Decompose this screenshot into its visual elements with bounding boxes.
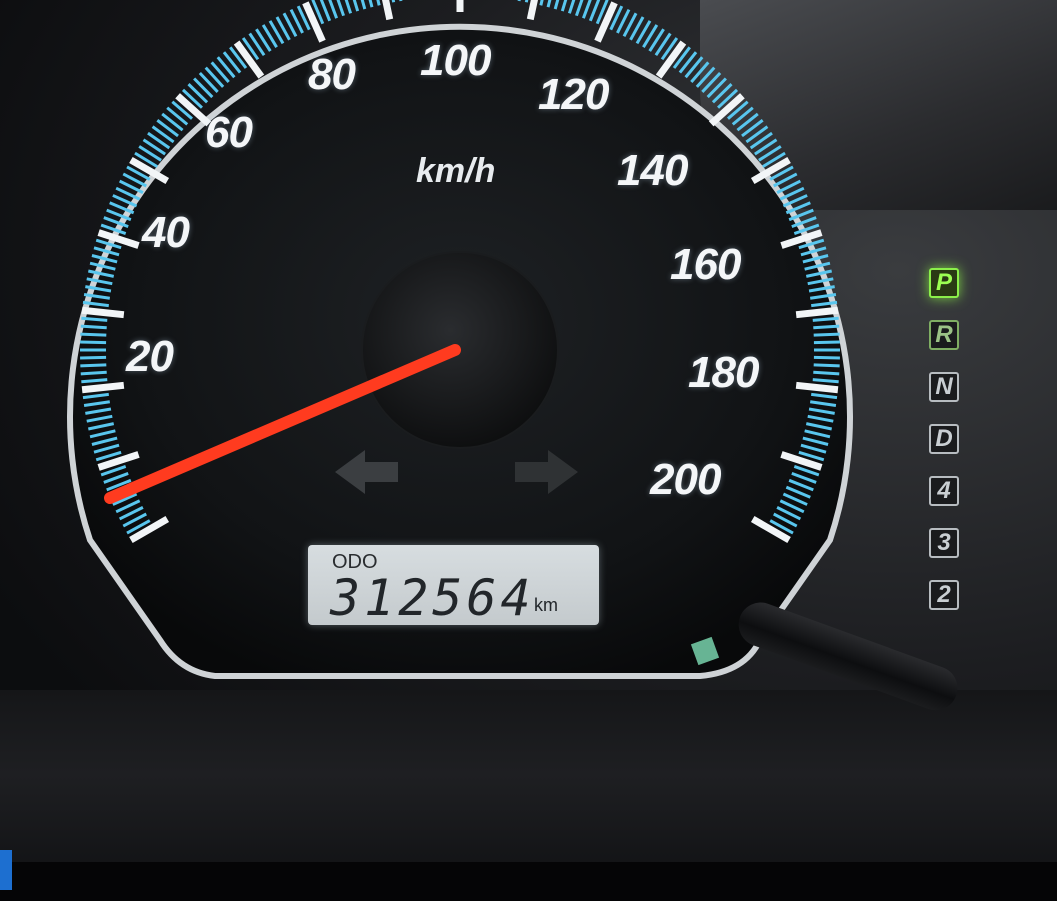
speed-label-160: 160 <box>670 240 741 289</box>
minor-tick <box>368 0 374 8</box>
speed-label-120: 120 <box>538 70 609 119</box>
speed-label-100: 100 <box>420 36 491 85</box>
major-tick <box>795 381 839 394</box>
speed-label-80: 80 <box>308 50 356 99</box>
instrument-cluster-photo: km/h 20 40 60 80 100 120 140 160 180 200… <box>0 0 1057 901</box>
major-tick <box>594 1 618 43</box>
minor-tick <box>813 370 840 376</box>
odometer-display: ODO 312564 km <box>308 545 599 627</box>
minor-tick <box>80 370 107 376</box>
speed-label-180: 180 <box>688 348 759 397</box>
minor-tick <box>80 324 107 330</box>
gear-p: P <box>929 268 959 298</box>
speed-label-60: 60 <box>205 108 253 157</box>
minor-tick <box>80 332 107 337</box>
minor-tick <box>517 0 521 2</box>
speed-label-200: 200 <box>650 455 721 504</box>
minor-tick <box>813 332 840 337</box>
minor-tick <box>539 0 544 6</box>
major-tick <box>302 1 326 43</box>
major-tick <box>526 0 538 21</box>
minor-tick <box>813 363 840 368</box>
minor-tick <box>553 0 560 10</box>
speed-unit-label: km/h <box>416 152 496 190</box>
minor-tick <box>80 340 107 345</box>
minor-tick <box>546 0 552 8</box>
minor-tick <box>80 355 107 360</box>
minor-tick <box>813 324 840 330</box>
gear-n: N <box>929 372 959 402</box>
minor-tick <box>80 363 107 368</box>
minor-tick <box>376 0 381 6</box>
gear-2: 2 <box>929 580 959 610</box>
major-tick <box>795 306 839 319</box>
minor-tick <box>352 0 360 12</box>
minor-tick <box>813 355 840 360</box>
minor-tick <box>560 0 568 12</box>
speed-label-140: 140 <box>617 146 688 195</box>
speedometer-gauge <box>67 0 853 679</box>
major-tick <box>382 0 394 21</box>
gear-r: R <box>929 320 959 350</box>
minor-tick <box>567 0 576 14</box>
odometer-unit: km <box>534 595 558 615</box>
major-tick <box>81 381 125 394</box>
minor-tick <box>344 0 353 14</box>
gear-3: 3 <box>929 528 959 558</box>
gear-4: 4 <box>929 476 959 506</box>
minor-tick <box>360 0 367 10</box>
minor-tick <box>813 340 840 345</box>
odometer-value: 312564 <box>330 569 535 627</box>
speed-label-20: 20 <box>126 332 174 381</box>
gear-position-indicator: P R N D 4 3 2 <box>929 268 965 632</box>
major-tick <box>81 306 125 319</box>
minor-tick <box>399 0 403 2</box>
speed-label-40: 40 <box>142 208 190 257</box>
gear-d: D <box>929 424 959 454</box>
